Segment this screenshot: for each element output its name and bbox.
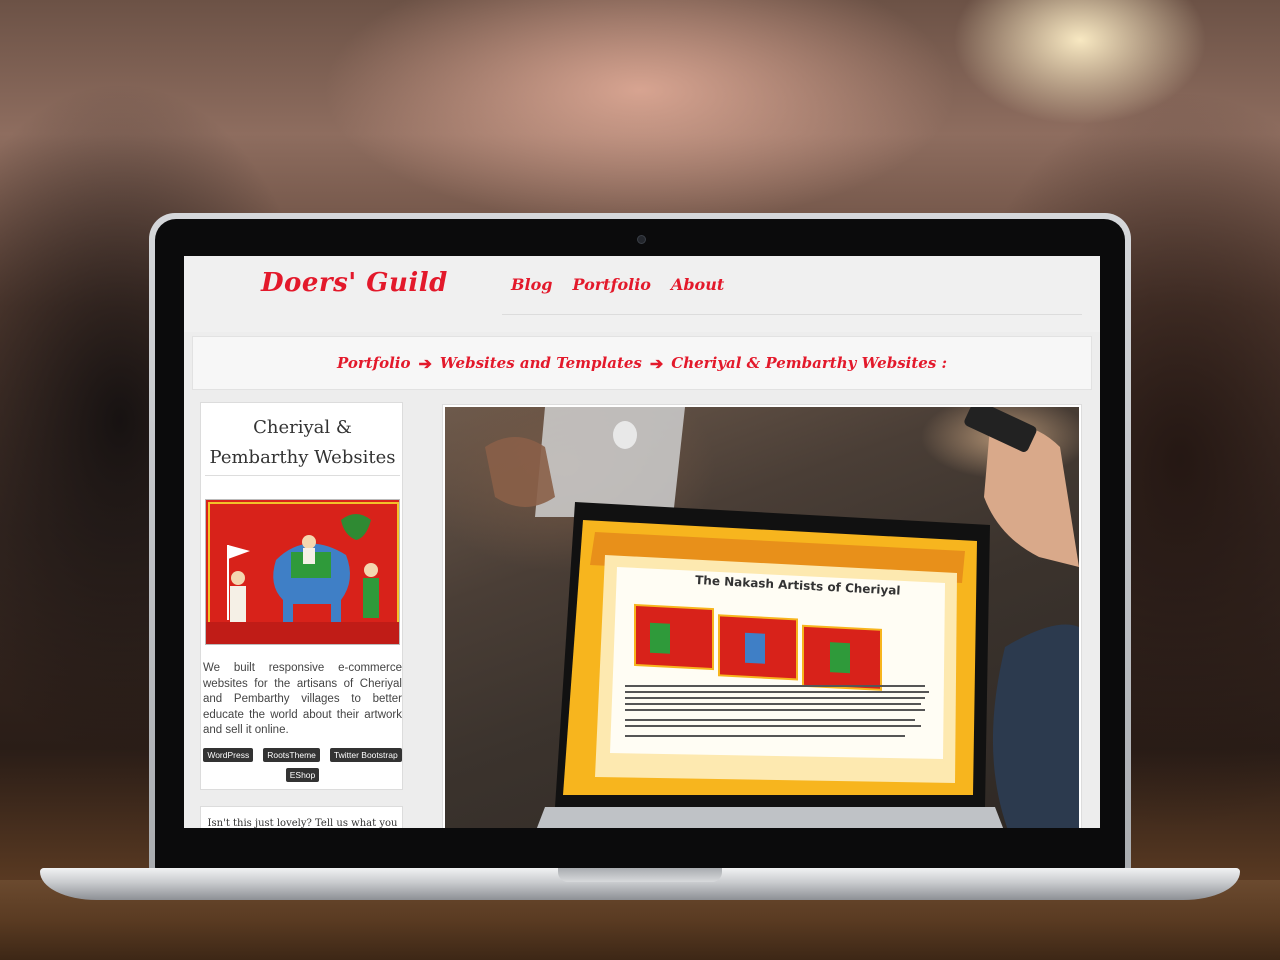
site-logo[interactable]: Doers' Guild [261,268,448,298]
showcase-photo: The Nakash Artists of Cheriyal [445,407,1079,828]
arrow-right-icon: ➔ [649,353,664,373]
project-description: We built responsive e-commerce websites … [203,662,402,736]
comment-prompt: Isn't this just lovely? Tell us what you [207,818,398,828]
header-divider [502,314,1082,315]
nav-blog[interactable]: Blog [511,275,552,294]
webcam-icon [637,235,646,244]
project-card: Cheriyal & Pembarthy Websites We built r… [200,402,403,790]
divider [205,475,400,476]
tag-list: WordPress RootsTheme Twitter Bootstrap E… [201,748,404,782]
laptop-screen: Doers' Guild Blog Portfolio About Portfo… [184,256,1100,828]
breadcrumb-websites-templates[interactable]: Websites and Templates [440,354,642,372]
site-header: Doers' Guild Blog Portfolio About [184,256,1100,332]
breadcrumb-current: Cheriyal & Pembarthy Websites : [671,354,948,372]
project-title: Cheriyal & Pembarthy Websites [209,417,396,468]
tag-wordpress[interactable]: WordPress [203,748,254,762]
cheriyal-painting-image [205,499,400,645]
tag-eshop[interactable]: EShop [285,768,320,782]
tag-rootstheme[interactable]: RootsTheme [263,748,320,762]
breadcrumb-portfolio[interactable]: Portfolio [337,354,411,372]
cheriyal-site-screenshot [563,520,977,795]
nav-portfolio[interactable]: Portfolio [572,275,650,294]
breadcrumb: Portfolio ➔ Websites and Templates ➔ Che… [192,336,1092,390]
nav-about[interactable]: About [671,275,724,294]
comment-card: Isn't this just lovely? Tell us what you [200,806,403,828]
arrow-right-icon: ➔ [418,353,432,373]
main-nav: Blog Portfolio About [511,275,724,294]
project-showcase-frame: The Nakash Artists of Cheriyal [442,404,1082,828]
laptop-base-notch [558,868,722,882]
tag-twitter-bootstrap[interactable]: Twitter Bootstrap [329,748,402,762]
